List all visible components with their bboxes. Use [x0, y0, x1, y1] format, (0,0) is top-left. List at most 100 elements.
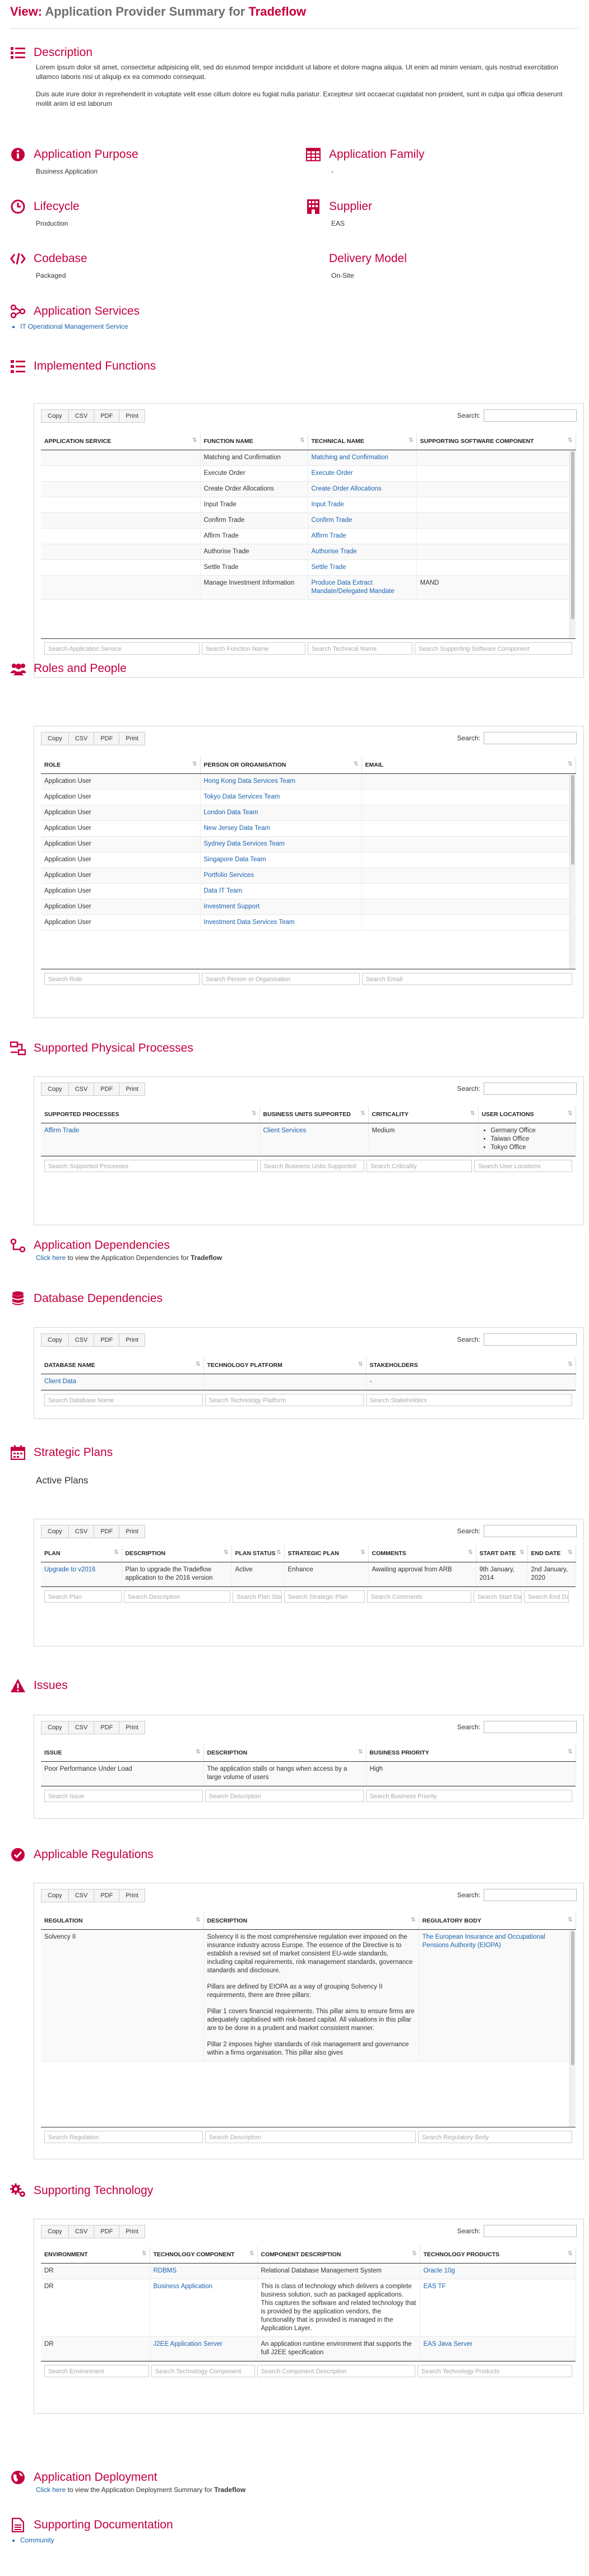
- business-unit-link[interactable]: Client Services: [263, 1127, 307, 1134]
- deploy-link[interactable]: Click here: [36, 2486, 66, 2494]
- search-input[interactable]: [484, 409, 577, 422]
- pdf-button[interactable]: PDF: [94, 1721, 120, 1734]
- filter-input[interactable]: Search Issue: [44, 1790, 203, 1802]
- filter-input[interactable]: Search Email: [361, 973, 572, 985]
- doc-link[interactable]: Community: [20, 2536, 173, 2544]
- person-link[interactable]: Sydney Data Services Team: [204, 841, 285, 847]
- pdf-button[interactable]: PDF: [94, 1082, 120, 1096]
- filter-input[interactable]: Search Business Priority: [365, 1790, 573, 1802]
- component-link[interactable]: RDBMS: [154, 2267, 177, 2274]
- search-input[interactable]: [484, 2225, 577, 2237]
- filter-input[interactable]: Search Criticality: [367, 1160, 472, 1172]
- col-email[interactable]: Email ⇅: [361, 757, 576, 774]
- technical-name-link[interactable]: Produce Data Extract Mandate/Delegated M…: [312, 580, 395, 595]
- col-description[interactable]: Description ⇅: [203, 1912, 419, 1930]
- filter-input[interactable]: Search Description: [124, 1590, 230, 1603]
- col-business-priority[interactable]: Business Priority ⇅: [366, 1744, 576, 1762]
- print-button[interactable]: Print: [119, 1082, 145, 1096]
- copy-button[interactable]: Copy: [41, 732, 69, 745]
- filter-input[interactable]: Search Application Service: [44, 642, 200, 655]
- col-issue[interactable]: Issue ⇅: [41, 1744, 204, 1762]
- technical-name-link[interactable]: Affirm Trade: [312, 533, 346, 539]
- filter-input[interactable]: Search Technology Component: [151, 2365, 255, 2377]
- col-start-date[interactable]: Start Date ⇅: [476, 1545, 528, 1562]
- person-link[interactable]: New Jersey Data Team: [204, 825, 271, 832]
- filter-input[interactable]: Search Plan Status: [233, 1590, 282, 1603]
- filter-input[interactable]: Search Supporting Software Component: [415, 642, 572, 655]
- filter-input[interactable]: Search Technology Platform: [205, 1394, 364, 1406]
- technical-name-link[interactable]: Matching and Confirmation: [312, 454, 388, 461]
- filter-input[interactable]: Search Description: [205, 1790, 364, 1802]
- col-supporting-component[interactable]: Supporting Software Component ⇅: [416, 433, 576, 450]
- col-criticality[interactable]: Criticality ⇅: [368, 1106, 479, 1123]
- col-plan-status[interactable]: Plan Status ⇅: [231, 1545, 285, 1562]
- person-link[interactable]: Tokyo Data Services Team: [204, 794, 280, 800]
- col-application-service[interactable]: Application Service ⇅: [41, 433, 201, 450]
- search-input[interactable]: [484, 1525, 577, 1537]
- filter-input[interactable]: Search Environment: [44, 2365, 149, 2377]
- scrollbar[interactable]: [569, 450, 576, 638]
- process-link[interactable]: Affirm Trade: [44, 1127, 79, 1134]
- technical-name-link[interactable]: Authorise Trade: [312, 548, 357, 555]
- technical-name-link[interactable]: Create Order Allocations: [312, 486, 382, 492]
- filter-input[interactable]: Search Description: [205, 2131, 416, 2143]
- col-user-locations[interactable]: User Locations ⇅: [478, 1106, 576, 1123]
- filter-input[interactable]: Search User Locations: [474, 1160, 572, 1172]
- print-button[interactable]: Print: [119, 732, 145, 745]
- person-link[interactable]: Data IT Team: [204, 888, 243, 894]
- filter-input[interactable]: Search Comments: [367, 1590, 471, 1603]
- technical-name-link[interactable]: Settle Trade: [312, 564, 346, 571]
- copy-button[interactable]: Copy: [41, 1333, 69, 1347]
- filter-input[interactable]: Search Regulation: [44, 2131, 203, 2143]
- col-component-description[interactable]: Component Description ⇅: [257, 2246, 420, 2264]
- print-button[interactable]: Print: [119, 1889, 145, 1902]
- pdf-button[interactable]: PDF: [94, 2225, 120, 2238]
- search-input[interactable]: [484, 1082, 577, 1095]
- csv-button[interactable]: CSV: [68, 1525, 95, 1538]
- csv-button[interactable]: CSV: [68, 732, 95, 745]
- person-link[interactable]: Hong Kong Data Services Team: [204, 778, 295, 785]
- col-technology-platform[interactable]: Technology Platform ⇅: [203, 1357, 367, 1374]
- filter-input[interactable]: Search Regulatory Body: [418, 2131, 572, 2143]
- pdf-button[interactable]: PDF: [94, 1525, 120, 1538]
- search-input[interactable]: [484, 1889, 577, 1901]
- col-regulatory-body[interactable]: Regulatory Body ⇅: [419, 1912, 576, 1930]
- col-technical-name[interactable]: Technical Name ⇅: [308, 433, 417, 450]
- copy-button[interactable]: Copy: [41, 2225, 69, 2238]
- filter-input[interactable]: Search End Date: [524, 1590, 569, 1603]
- col-supported-processes[interactable]: Supported Processes ⇅: [41, 1106, 260, 1123]
- col-role[interactable]: Role ⇅: [41, 757, 201, 774]
- filter-input[interactable]: Search Role: [44, 973, 200, 985]
- print-button[interactable]: Print: [119, 1333, 145, 1347]
- csv-button[interactable]: CSV: [68, 409, 95, 423]
- col-description[interactable]: Description ⇅: [122, 1545, 232, 1562]
- col-description[interactable]: Description ⇅: [203, 1744, 367, 1762]
- database-link[interactable]: Client Data: [44, 1378, 76, 1385]
- filter-input[interactable]: Search Person or Organisation: [202, 973, 360, 985]
- col-technology-products[interactable]: Technology Products ⇅: [420, 2246, 576, 2264]
- print-button[interactable]: Print: [119, 409, 145, 423]
- technical-name-link[interactable]: Execute Order: [312, 470, 353, 477]
- copy-button[interactable]: Copy: [41, 1889, 69, 1902]
- csv-button[interactable]: CSV: [68, 2225, 95, 2238]
- csv-button[interactable]: CSV: [68, 1889, 95, 1902]
- component-link[interactable]: Business Application: [154, 2283, 212, 2290]
- scrollbar[interactable]: [569, 774, 576, 969]
- col-function-name[interactable]: Function Name ⇅: [200, 433, 308, 450]
- person-link[interactable]: Investment Support: [204, 903, 260, 910]
- filter-input[interactable]: Search Start Date: [474, 1590, 522, 1603]
- filter-input[interactable]: Search Technology Products: [417, 2365, 572, 2377]
- person-link[interactable]: Portfolio Services: [204, 872, 254, 879]
- technical-name-link[interactable]: Confirm Trade: [312, 517, 353, 524]
- person-link[interactable]: London Data Team: [204, 809, 258, 816]
- col-database-name[interactable]: Database Name ⇅: [41, 1357, 204, 1374]
- person-link[interactable]: Investment Data Services Team: [204, 919, 295, 926]
- scrollbar[interactable]: [569, 1930, 576, 2127]
- product-link[interactable]: Oracle 10g: [424, 2267, 455, 2274]
- col-business-units[interactable]: Business Units Supported ⇅: [259, 1106, 369, 1123]
- pdf-button[interactable]: PDF: [94, 1333, 120, 1347]
- person-link[interactable]: Singapore Data Team: [204, 856, 266, 863]
- appdeps-link[interactable]: Click here: [36, 1254, 66, 1262]
- col-stakeholders[interactable]: Stakeholders ⇅: [366, 1357, 576, 1374]
- pdf-button[interactable]: PDF: [94, 409, 120, 423]
